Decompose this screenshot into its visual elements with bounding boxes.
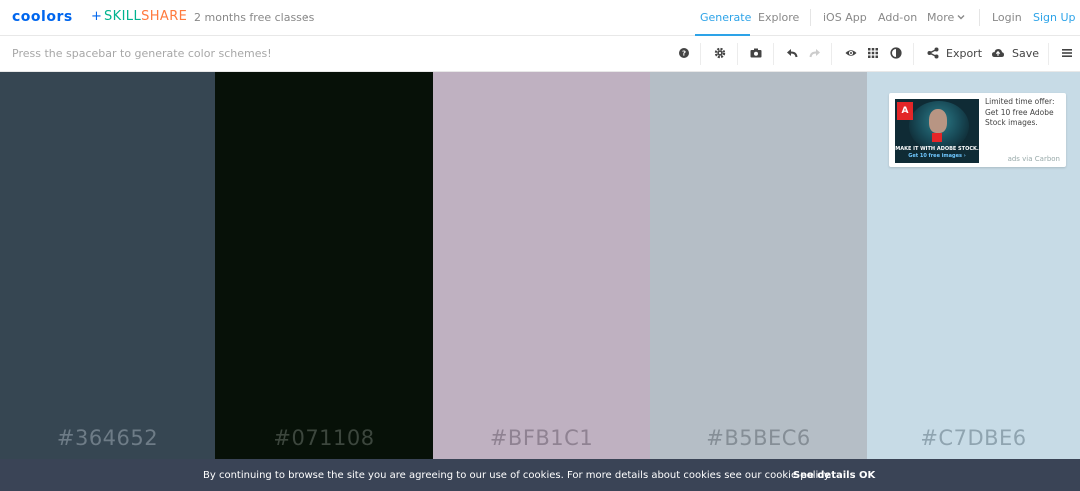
hex-code-label[interactable]: #BFB1C1 (433, 426, 650, 450)
hex-code-label[interactable]: #B5BEC6 (650, 426, 867, 450)
svg-text:?: ? (682, 50, 686, 58)
ad-text[interactable]: Limited time offer: Get 10 free Adobe St… (985, 97, 1061, 129)
ad-image[interactable]: A MAKE IT WITH ADOBE STOCK. Get 10 free … (895, 99, 979, 163)
coolors-logo[interactable]: coolors (12, 9, 73, 25)
undo-icon[interactable] (785, 46, 799, 60)
toolbar: Press the spacebar to generate color sch… (0, 36, 1080, 72)
hex-code-label[interactable]: #364652 (0, 426, 215, 450)
nav-generate[interactable]: Generate (700, 11, 751, 24)
nav-divider (810, 9, 811, 26)
ad-image-caption: MAKE IT WITH ADOBE STOCK. (895, 146, 979, 152)
promo-link[interactable]: 2 months free classes (194, 11, 314, 24)
grid-icon[interactable] (866, 46, 880, 60)
color-swatch[interactable]: #071108 (215, 72, 433, 491)
nav-addon[interactable]: Add-on (878, 11, 917, 24)
ad-image-badge (932, 133, 942, 142)
cookie-banner: By continuing to browse the site you are… (0, 459, 1080, 491)
see-details-link[interactable]: See details (793, 470, 856, 481)
export-button[interactable]: Export (946, 47, 982, 60)
toolbar-divider (913, 43, 914, 65)
cloud-upload-icon[interactable] (991, 46, 1005, 60)
camera-icon[interactable] (749, 46, 763, 60)
color-swatch[interactable]: #BFB1C1 (433, 72, 650, 491)
help-icon[interactable]: ? (677, 46, 691, 60)
top-nav: coolors + SKILLSHARE 2 months free class… (0, 0, 1080, 36)
chevron-down-icon (957, 15, 965, 20)
adobe-logo-icon: A (897, 102, 913, 120)
ad-via-link[interactable]: ads via Carbon (1008, 155, 1060, 163)
eye-icon[interactable] (844, 46, 858, 60)
color-swatch[interactable]: #364652 (0, 72, 215, 491)
ad-image-subcaption: Get 10 free images › (908, 153, 966, 159)
hex-code-label[interactable]: #C7DBE6 (867, 426, 1080, 450)
cookie-message: By continuing to browse the site you are… (203, 470, 832, 481)
nav-divider (979, 9, 980, 26)
cookie-ok-button[interactable]: OK (859, 470, 875, 481)
toolbar-divider (737, 43, 738, 65)
skillshare-logo-part1: SKILL (104, 9, 142, 24)
nav-login[interactable]: Login (992, 11, 1022, 24)
contrast-icon[interactable] (889, 46, 903, 60)
ad-image-portrait (929, 109, 947, 133)
nav-signup[interactable]: Sign Up (1033, 11, 1076, 24)
skillshare-logo[interactable]: SKILLSHARE (104, 9, 187, 24)
toolbar-divider (773, 43, 774, 65)
settings-icon[interactable] (713, 46, 727, 60)
carbon-ad[interactable]: A MAKE IT WITH ADOBE STOCK. Get 10 free … (889, 93, 1066, 167)
nav-explore[interactable]: Explore (758, 11, 799, 24)
partner-plus: + (91, 9, 102, 24)
menu-icon[interactable] (1060, 46, 1074, 60)
skillshare-logo-part2: SHARE (141, 9, 188, 24)
spacebar-hint: Press the spacebar to generate color sch… (12, 47, 272, 60)
share-icon[interactable] (926, 46, 940, 60)
save-button[interactable]: Save (1012, 47, 1039, 60)
chevron-right-icon: › (304, 10, 309, 23)
toolbar-divider (1048, 43, 1049, 65)
nav-more[interactable]: More (927, 11, 954, 24)
color-swatch[interactable]: #B5BEC6 (650, 72, 867, 491)
toolbar-divider (831, 43, 832, 65)
toolbar-divider (700, 43, 701, 65)
hex-code-label[interactable]: #071108 (215, 426, 433, 450)
nav-ios-app[interactable]: iOS App (823, 11, 867, 24)
redo-icon[interactable] (808, 46, 822, 60)
